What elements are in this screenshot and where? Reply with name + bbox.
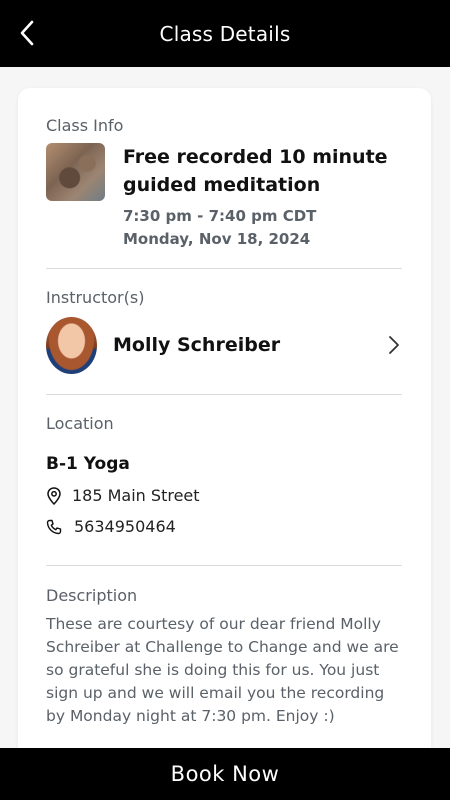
divider xyxy=(46,394,402,395)
instructor-row[interactable]: Molly Schreiber xyxy=(46,315,402,375)
phone-icon xyxy=(46,518,62,536)
book-now-button[interactable]: Book Now xyxy=(0,748,450,800)
class-info-section: Class Info Free recorded 10 minute guide… xyxy=(46,116,402,251)
location-name: B-1 Yoga xyxy=(46,454,130,474)
address-row[interactable]: 185 Main Street xyxy=(46,486,402,505)
avatar xyxy=(46,316,97,374)
divider xyxy=(46,268,402,269)
map-pin-icon xyxy=(46,486,62,505)
phone-text: 5634950464 xyxy=(74,517,176,536)
page-title: Class Details xyxy=(159,21,291,46)
instructor-label: Instructor(s) xyxy=(46,288,145,307)
class-details-card: Class Info Free recorded 10 minute guide… xyxy=(18,88,431,768)
location-section: Location B-1 Yoga 185 Main Street 563495… xyxy=(46,414,402,536)
description-text: These are courtesy of our dear friend Mo… xyxy=(46,615,399,725)
phone-row[interactable]: 5634950464 xyxy=(46,517,402,536)
class-thumbnail xyxy=(46,143,105,201)
description-section: Description These are courtesy of our de… xyxy=(46,586,402,728)
app-header: Class Details xyxy=(0,0,450,67)
class-time: 7:30 pm - 7:40 pm CDT xyxy=(123,207,317,225)
instructor-section: Instructor(s) Molly Schreiber xyxy=(46,288,402,375)
location-label: Location xyxy=(46,414,114,433)
chevron-left-icon xyxy=(20,20,34,46)
description-label: Description xyxy=(46,586,138,605)
class-title: Free recorded 10 minute guided meditatio… xyxy=(123,146,388,196)
address-text: 185 Main Street xyxy=(72,486,200,505)
chevron-right-icon[interactable] xyxy=(386,333,402,357)
back-button[interactable] xyxy=(12,16,42,50)
class-date: Monday, Nov 18, 2024 xyxy=(123,230,311,248)
class-info-label: Class Info xyxy=(46,116,124,135)
instructor-name: Molly Schreiber xyxy=(113,334,281,356)
divider xyxy=(46,565,402,566)
